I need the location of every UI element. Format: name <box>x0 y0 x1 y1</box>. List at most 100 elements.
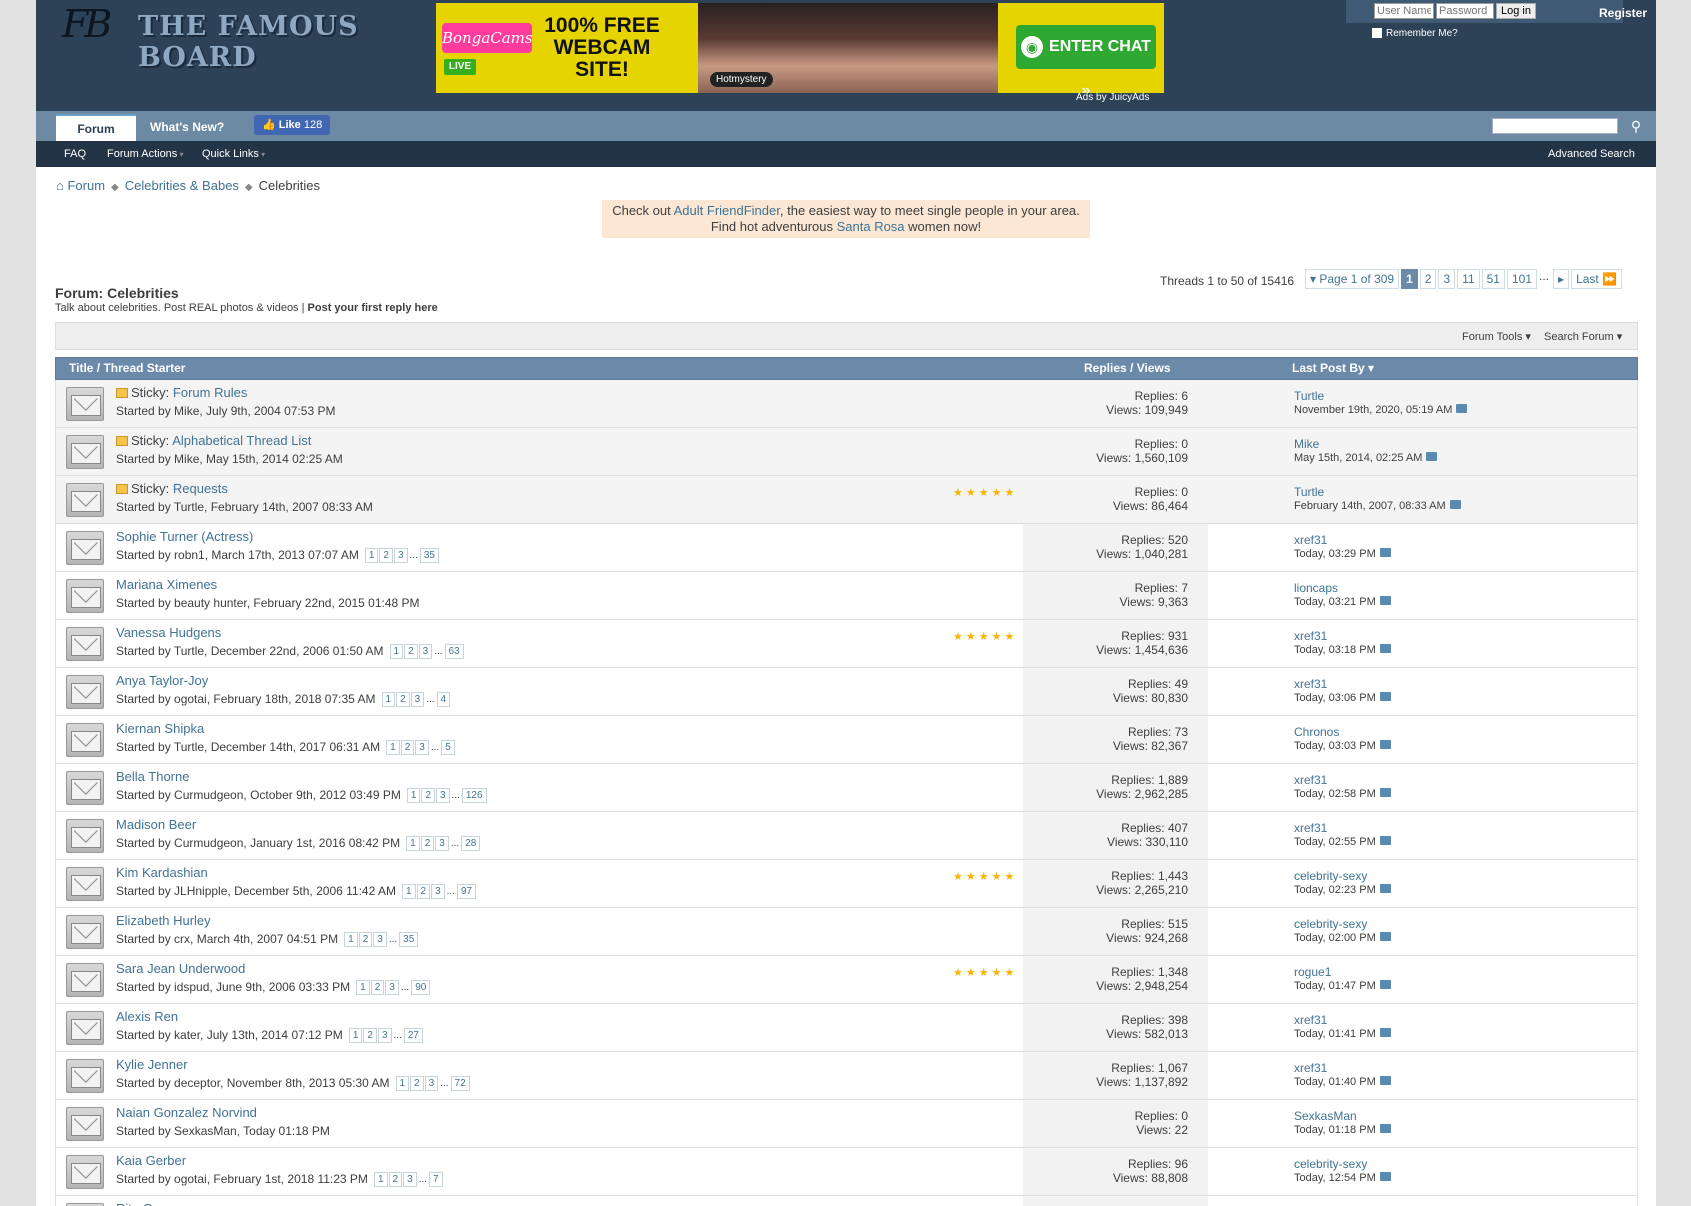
thread-page-link[interactable]: 1 <box>348 1028 363 1043</box>
forum-actions-menu[interactable]: Forum Actions ▾ <box>107 141 184 168</box>
thread-page-link[interactable]: 35 <box>419 548 439 563</box>
thread-title-link[interactable]: Kaia Gerber <box>116 1153 186 1168</box>
thread-page-link[interactable]: 1 <box>364 548 379 563</box>
search-forum-menu[interactable]: Search Forum ▾ <box>1544 330 1622 343</box>
thread-page-link[interactable]: 1 <box>406 788 421 803</box>
last-page-button[interactable]: Last ⏩ <box>1571 269 1623 289</box>
thread-title-link[interactable]: Forum Rules <box>173 385 247 400</box>
last-post-user[interactable]: xref31 <box>1294 1061 1327 1075</box>
page-2[interactable]: 2 <box>1419 269 1437 289</box>
thread-title-link[interactable]: Sara Jean Underwood <box>116 961 245 976</box>
thread-title-link[interactable]: Kylie Jenner <box>116 1057 188 1072</box>
column-last-post[interactable]: Last Post By ▾ <box>1292 361 1374 375</box>
thread-page-link[interactable]: 3 <box>410 692 425 707</box>
site-logo[interactable]: FB THE FAMOUS BOARD <box>58 2 458 73</box>
thread-page-link[interactable]: 3 <box>435 788 450 803</box>
go-to-last-post-icon[interactable] <box>1379 596 1391 605</box>
go-to-last-post-icon[interactable] <box>1379 1028 1391 1037</box>
breadcrumb-forum[interactable]: Forum <box>67 178 105 193</box>
thread-page-link[interactable]: 2 <box>404 644 418 659</box>
home-icon[interactable]: ⌂ <box>56 178 64 193</box>
remember-me-checkbox[interactable] <box>1372 28 1382 39</box>
thread-page-link[interactable]: 2 <box>379 548 393 563</box>
login-button[interactable]: Log in <box>1496 3 1536 19</box>
search-input[interactable] <box>1492 118 1618 134</box>
thread-page-link[interactable]: 4 <box>436 692 451 707</box>
thread-page-link[interactable]: 35 <box>399 932 419 947</box>
ad-cta-button[interactable]: ◉ ENTER CHAT » <box>1016 25 1156 93</box>
username-input[interactable] <box>1374 3 1434 19</box>
column-replies-views[interactable]: Replies / Views <box>1084 361 1171 375</box>
last-post-user[interactable]: celebrity-sexy <box>1294 917 1367 931</box>
page-51[interactable]: 51 <box>1481 269 1505 289</box>
promo-link-city[interactable]: Santa Rosa <box>837 219 905 234</box>
quick-links-menu[interactable]: Quick Links ▾ <box>202 141 265 168</box>
page-jump-menu[interactable]: ▾ Page 1 of 309 <box>1305 269 1400 289</box>
thread-page-link[interactable]: 3 <box>373 932 387 947</box>
last-post-user[interactable]: Turtle <box>1294 485 1324 499</box>
go-to-last-post-icon[interactable] <box>1379 1076 1391 1085</box>
thread-title-link[interactable]: Bella Thorne <box>116 769 189 784</box>
go-to-last-post-icon[interactable] <box>1379 788 1391 797</box>
thread-page-link[interactable]: 1 <box>344 932 358 947</box>
thread-page-link[interactable]: 28 <box>461 836 481 851</box>
banner-ad[interactable]: BongaCams LIVE 100% FREE WEBCAM SITE! Ho… <box>436 3 1164 93</box>
thread-page-link[interactable]: 63 <box>444 644 464 659</box>
last-post-user[interactable]: Mike <box>1294 437 1319 451</box>
go-to-last-post-icon[interactable] <box>1379 836 1391 845</box>
thread-page-link[interactable]: 1 <box>389 644 404 659</box>
thread-page-link[interactable]: 3 <box>424 1076 439 1091</box>
thread-page-link[interactable]: 1 <box>401 884 416 899</box>
thread-page-link[interactable]: 1 <box>356 980 370 995</box>
thread-page-link[interactable]: 3 <box>431 884 445 899</box>
page-11[interactable]: 11 <box>1457 269 1480 289</box>
tab-whats-new[interactable]: What's New? <box>138 114 236 141</box>
thread-page-link[interactable]: 2 <box>396 692 410 707</box>
thread-page-link[interactable]: 3 <box>385 980 399 995</box>
go-to-last-post-icon[interactable] <box>1379 1124 1391 1133</box>
remember-me[interactable]: Remember Me? <box>1372 28 1458 39</box>
last-post-user[interactable]: xref31 <box>1294 629 1327 643</box>
last-post-user[interactable]: SexkasMan <box>1294 1109 1357 1123</box>
thread-page-link[interactable]: 2 <box>370 980 385 995</box>
last-post-user[interactable]: celebrity-sexy <box>1294 1157 1367 1171</box>
go-to-last-post-icon[interactable] <box>1379 548 1391 557</box>
thread-page-link[interactable]: 72 <box>450 1076 470 1091</box>
thread-page-link[interactable]: 27 <box>403 1028 423 1043</box>
register-link[interactable]: Register <box>1599 6 1647 20</box>
go-to-last-post-icon[interactable] <box>1379 980 1391 989</box>
last-post-user[interactable]: xref31 <box>1294 533 1327 547</box>
page-3[interactable]: 3 <box>1438 269 1456 289</box>
tab-forum[interactable]: Forum <box>56 114 136 141</box>
thread-title-link[interactable]: Elizabeth Hurley <box>116 913 211 928</box>
page-101[interactable]: 101 <box>1506 269 1538 289</box>
go-to-last-post-icon[interactable] <box>1379 884 1391 893</box>
go-to-last-post-icon[interactable] <box>1449 500 1461 509</box>
thread-page-link[interactable]: 2 <box>400 740 415 755</box>
thread-page-link[interactable]: 3 <box>418 644 433 659</box>
last-post-user[interactable]: celebrity-sexy <box>1294 869 1367 883</box>
search-icon[interactable]: ⚲ <box>1625 115 1647 137</box>
password-input[interactable] <box>1436 3 1494 19</box>
last-post-user[interactable]: lioncaps <box>1294 581 1338 595</box>
thread-page-link[interactable]: 2 <box>420 836 435 851</box>
post-first-reply-link[interactable]: Post your first reply here <box>308 302 438 314</box>
last-post-user[interactable]: rogue1 <box>1294 965 1331 979</box>
thread-title-link[interactable]: Naian Gonzalez Norvind <box>116 1105 257 1120</box>
advanced-search-link[interactable]: Advanced Search <box>1548 141 1635 167</box>
page-1[interactable]: 1 <box>1401 269 1418 289</box>
thread-title-link[interactable]: Vanessa Hudgens <box>116 625 221 640</box>
thread-page-link[interactable]: 97 <box>456 884 477 899</box>
thread-page-link[interactable]: 2 <box>388 1172 403 1187</box>
promo-link-friendfinder[interactable]: Adult FriendFinder <box>674 203 780 218</box>
faq-link[interactable]: FAQ <box>64 141 86 167</box>
thread-page-link[interactable]: 1 <box>386 740 400 755</box>
facebook-like-button[interactable]: 👍 Like 128 <box>254 115 331 135</box>
thread-page-link[interactable]: 3 <box>415 740 429 755</box>
thread-page-link[interactable]: 126 <box>461 788 487 803</box>
thread-page-link[interactable]: 2 <box>363 1028 377 1043</box>
thread-title-link[interactable]: Mariana Ximenes <box>116 577 217 592</box>
thread-page-link[interactable]: 7 <box>428 1172 443 1187</box>
go-to-last-post-icon[interactable] <box>1379 644 1391 653</box>
thread-title-link[interactable]: Kiernan Shipka <box>116 721 204 736</box>
